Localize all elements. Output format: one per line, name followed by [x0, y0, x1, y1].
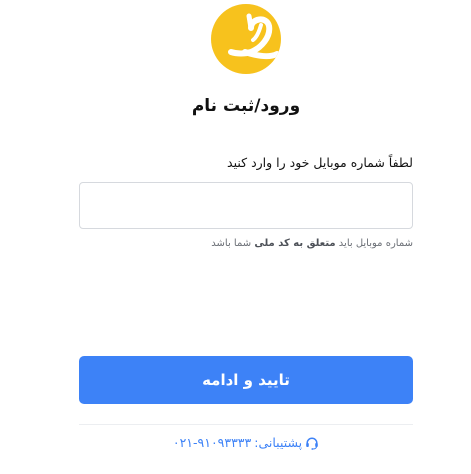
divider [79, 424, 413, 425]
support-line[interactable]: پشتیبانی: ۰۲۱-۹۱۰۹۳۳۳۳ [0, 435, 471, 450]
hint-prefix: شماره موبایل باید [338, 238, 413, 249]
hint-suffix: شما باشد [211, 238, 252, 249]
support-phone-link[interactable]: ۰۲۱-۹۱۰۹۳۳۳۳ [173, 435, 251, 450]
submit-button[interactable]: تایید و ادامه [79, 356, 413, 404]
phone-label: لطفاً شماره موبایل خود را وارد کنید [227, 155, 413, 170]
page-title: ورود/ثبت نام [191, 96, 301, 116]
headset-icon [305, 436, 319, 450]
brand-logo-icon [211, 4, 281, 74]
support-label: پشتیبانی: [254, 435, 303, 450]
phone-hint: شماره موبایل باید متعلق به کد ملی شما با… [211, 238, 413, 249]
hint-emphasis: متعلق به کد ملی [254, 238, 336, 249]
phone-input[interactable] [79, 182, 413, 229]
